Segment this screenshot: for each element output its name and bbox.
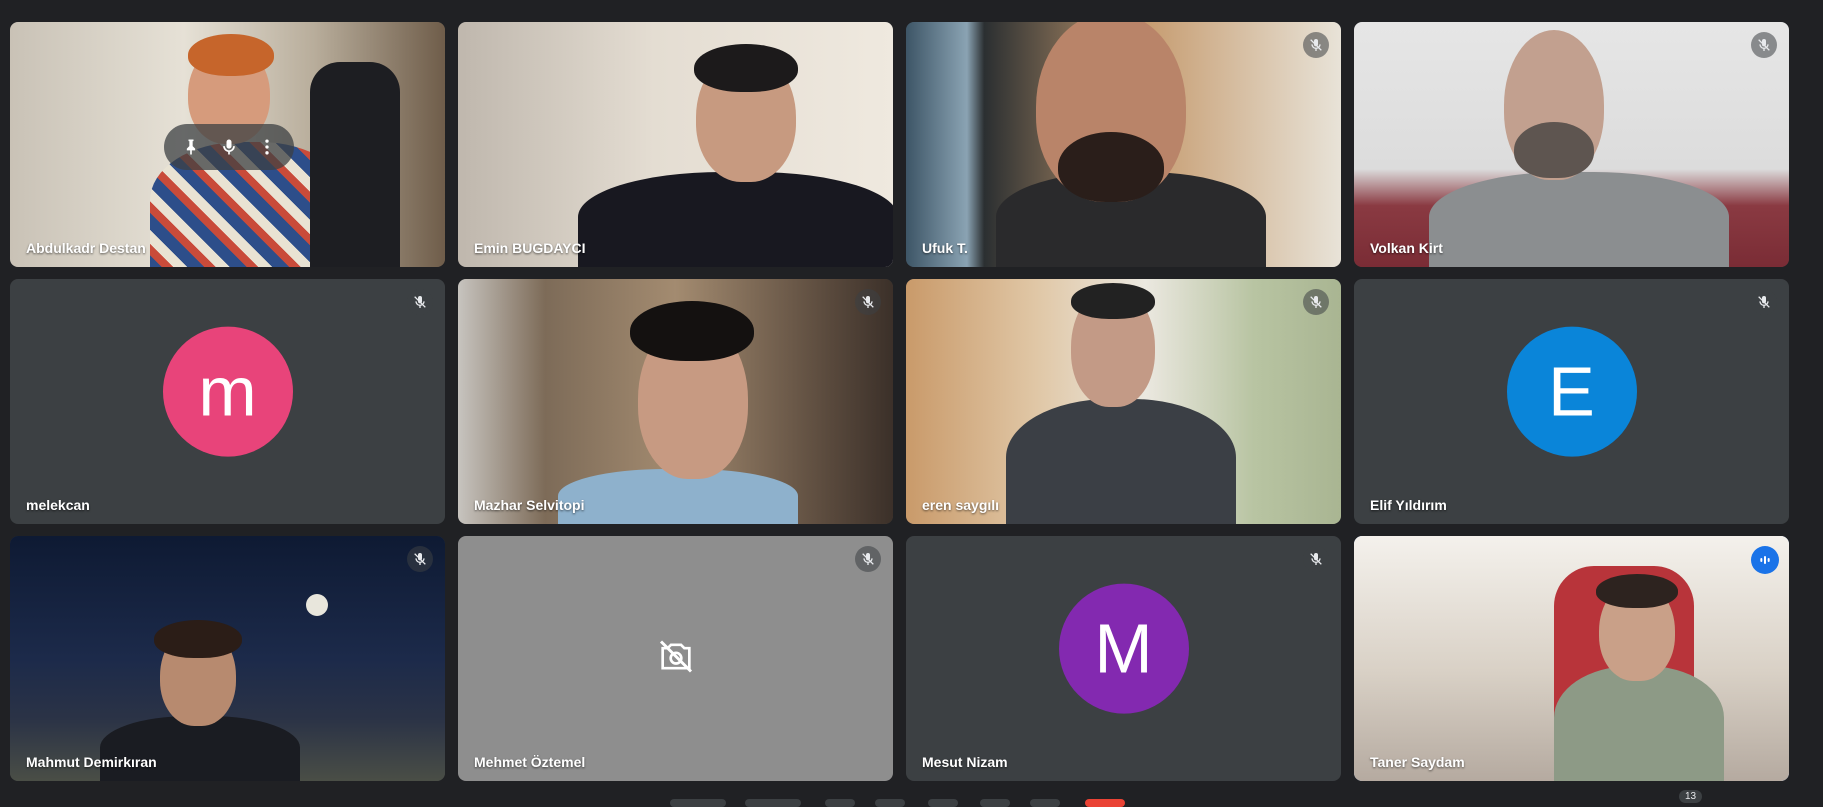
video-person-hair	[1071, 283, 1155, 319]
meeting-controls-bar	[0, 795, 1823, 807]
video-person-hair	[188, 34, 274, 76]
control-button[interactable]	[745, 799, 801, 807]
participant-name: Mazhar Selvitopi	[474, 497, 585, 513]
more-vert-icon[interactable]	[252, 132, 282, 162]
control-button[interactable]	[875, 799, 905, 807]
participant-name: Mehmet Öztemel	[474, 754, 586, 770]
mic-off-icon	[1303, 289, 1329, 315]
participant-name: eren saygılı	[922, 497, 1000, 513]
participant-tile-ufuk[interactable]: Ufuk T.	[906, 22, 1341, 267]
camera-off-icon	[656, 636, 696, 681]
participant-grid: Abdulkadr Destan Emin BUGDAYCI Ufuk T. V…	[10, 22, 1789, 781]
avatar: m	[162, 326, 293, 457]
participant-name: Mesut Nizam	[922, 754, 1008, 770]
mic-off-icon	[1303, 32, 1329, 58]
video-person-hair	[630, 301, 754, 361]
video-person-body	[1554, 666, 1724, 781]
participant-tile-eren[interactable]: eren saygılı	[906, 279, 1341, 524]
tile-hover-controls	[164, 124, 294, 170]
participant-name: Ufuk T.	[922, 240, 968, 256]
mic-off-icon	[855, 546, 881, 572]
participant-name: Volkan Kirt	[1370, 240, 1443, 256]
mic-icon[interactable]	[214, 132, 244, 162]
mic-off-icon	[407, 546, 433, 572]
video-person-body	[1006, 399, 1236, 524]
participant-tile-volkan[interactable]: Volkan Kirt	[1354, 22, 1789, 267]
participant-tile-abdulkadr[interactable]: Abdulkadr Destan	[10, 22, 445, 267]
video-person-hair	[694, 44, 798, 92]
participant-tile-taner[interactable]: Taner Saydam	[1354, 536, 1789, 781]
video-person-beard	[1058, 132, 1164, 202]
video-person-body	[1429, 172, 1729, 267]
video-person-hair	[154, 620, 242, 658]
avatar: M	[1058, 583, 1189, 714]
participant-tile-mahmut[interactable]: Mahmut Demirkıran	[10, 536, 445, 781]
participant-name: Emin BUGDAYCI	[474, 240, 586, 256]
participant-tile-mehmet[interactable]: Mehmet Öztemel	[458, 536, 893, 781]
participant-name: Elif Yıldırım	[1370, 497, 1447, 513]
mic-off-icon	[1751, 289, 1777, 315]
mic-off-icon	[407, 289, 433, 315]
mic-off-icon	[855, 289, 881, 315]
participant-tile-mesut[interactable]: M Mesut Nizam	[906, 536, 1341, 781]
mic-off-icon	[1751, 32, 1777, 58]
avatar: E	[1506, 326, 1637, 457]
control-button[interactable]	[928, 799, 958, 807]
participant-name: Taner Saydam	[1370, 754, 1465, 770]
participant-tile-elif[interactable]: E Elif Yıldırım	[1354, 279, 1789, 524]
pin-icon[interactable]	[176, 132, 206, 162]
control-button[interactable]	[980, 799, 1010, 807]
participant-tile-emin[interactable]: Emin BUGDAYCI	[458, 22, 893, 267]
video-person-beard	[1514, 122, 1594, 178]
participant-name: Mahmut Demirkıran	[26, 754, 157, 770]
video-moon	[306, 594, 328, 616]
participant-tile-mazhar[interactable]: Mazhar Selvitopi	[458, 279, 893, 524]
video-chair	[310, 62, 400, 267]
people-count-badge: 13	[1679, 790, 1703, 803]
control-button[interactable]	[825, 799, 855, 807]
video-person-body	[578, 172, 893, 267]
audio-level-icon	[1751, 546, 1779, 574]
control-button[interactable]	[670, 799, 726, 807]
mic-off-icon	[1303, 546, 1329, 572]
participant-name: melekcan	[26, 497, 90, 513]
participant-tile-melekcan[interactable]: m melekcan	[10, 279, 445, 524]
video-person-hair	[1596, 574, 1678, 608]
leave-call-button[interactable]	[1085, 799, 1125, 807]
control-button[interactable]	[1030, 799, 1060, 807]
participant-name: Abdulkadr Destan	[26, 240, 146, 256]
